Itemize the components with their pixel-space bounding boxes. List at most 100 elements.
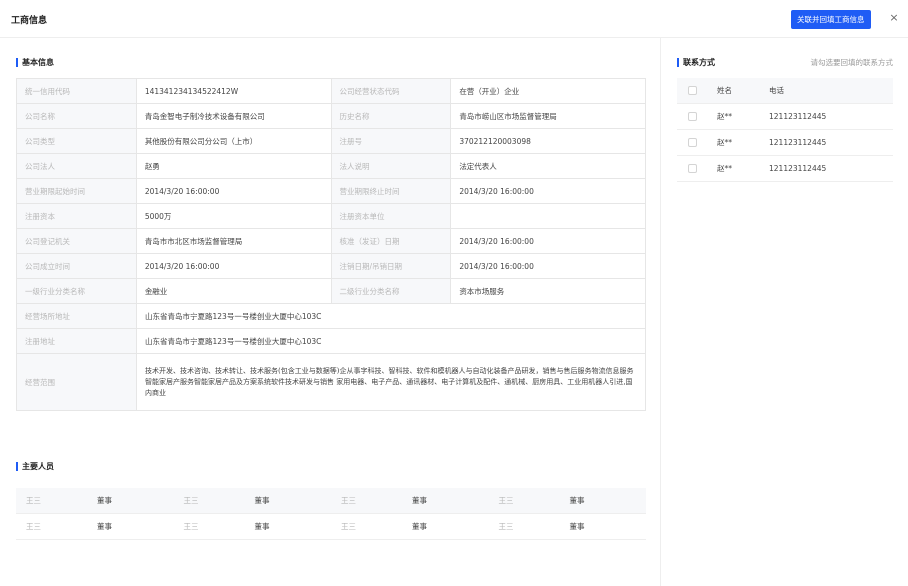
field-value: 370212120003098 <box>451 129 646 153</box>
staff-name: 王三 <box>341 522 356 531</box>
staff-name: 王三 <box>341 496 356 505</box>
basic-info-title: 基本信息 <box>16 57 54 68</box>
field-label: 公司经营状态代码 <box>331 79 452 103</box>
row-checkbox[interactable] <box>677 164 707 173</box>
staff-name: 王三 <box>498 496 514 505</box>
staff-role: 董事 <box>97 522 112 531</box>
contact-name: 赵** <box>717 112 732 121</box>
field-label: 二级行业分类名称 <box>331 279 452 303</box>
field-value: 2014/3/20 16:00:00 <box>451 254 646 278</box>
staff-name: 王三 <box>183 522 199 531</box>
contact-phone: 121123112445 <box>769 138 827 147</box>
close-icon[interactable]: × <box>888 11 900 25</box>
contact-table: 姓名 电话 赵** 121123112445 赵** 121123112445 … <box>677 78 893 182</box>
staff-name: 王三 <box>26 522 41 531</box>
field-value: 在营（开业）企业 <box>451 79 646 103</box>
row-checkbox[interactable] <box>677 138 707 147</box>
table-row: 经营场所地址 山东省青岛市宁夏路123号一号楼创业大厦中心103C <box>17 304 646 329</box>
row-checkbox[interactable] <box>677 112 707 121</box>
field-label: 注册资本单位 <box>331 204 452 228</box>
field-label: 注销日期/吊销日期 <box>331 254 452 278</box>
staff-name: 王三 <box>183 496 199 505</box>
field-label: 公司类型 <box>17 129 137 153</box>
checkbox-icon <box>687 164 697 173</box>
contact-name: 赵** <box>717 138 732 147</box>
table-row: 注册地址 山东省青岛市宁夏路123号一号楼创业大厦中心103C <box>17 329 646 354</box>
table-row: 公司成立时间 2014/3/20 16:00:00 注销日期/吊销日期 2014… <box>17 254 646 279</box>
staff-name: 王三 <box>498 522 514 531</box>
field-label: 公司登记机关 <box>17 229 137 253</box>
staff-role: 董事 <box>412 496 427 505</box>
field-label: 法人说明 <box>331 154 452 178</box>
staff-name: 王三 <box>26 496 41 505</box>
contact-name: 赵** <box>717 164 732 173</box>
staff-role: 董事 <box>412 522 427 531</box>
staff-role: 董事 <box>254 496 270 505</box>
table-row: 营业期限起始时间 2014/3/20 16:00:00 营业期限终止时间 201… <box>17 179 646 204</box>
field-value: 青岛市市北区市场监督管理局 <box>137 229 332 253</box>
field-label: 公司名称 <box>17 104 137 128</box>
select-all-checkbox[interactable] <box>677 86 707 95</box>
field-value: 其他股份有限公司分公司（上市） <box>137 129 332 153</box>
field-label: 营业期限起始时间 <box>17 179 137 203</box>
table-row: 经营范围 技术开发、技术咨询、技术转让、技术服务(包含工业与数据等)企从事字科技… <box>17 354 646 411</box>
field-value: 青岛市崂山区市场监督管理局 <box>451 104 646 128</box>
table-header-row: 姓名 电话 <box>677 78 893 104</box>
field-label: 公司法人 <box>17 154 137 178</box>
basic-info-table: 统一信用代码 141341234134522412W 公司经营状态代码 在营（开… <box>16 78 646 411</box>
field-label: 注册资本 <box>17 204 137 228</box>
table-row: 一级行业分类名称 金融业 二级行业分类名称 资本市场服务 <box>17 279 646 304</box>
staff-title: 主要人员 <box>16 461 54 472</box>
table-row: 公司类型 其他股份有限公司分公司（上市） 注册号 370212120003098 <box>17 129 646 154</box>
column-header-phone: 电话 <box>769 86 784 95</box>
table-row: 赵** 121123112445 <box>677 156 893 182</box>
panel-divider <box>660 38 661 586</box>
table-row: 公司名称 青岛金智电子制冷技术设备有限公司 历史名称 青岛市崂山区市场监督管理局 <box>17 104 646 129</box>
fill-business-info-button[interactable]: 关联并回填工商信息 <box>791 10 871 29</box>
field-value: 5000万 <box>137 204 332 228</box>
table-row: 公司法人 赵勇 法人说明 法定代表人 <box>17 154 646 179</box>
field-label: 公司成立时间 <box>17 254 137 278</box>
contact-title: 联系方式 <box>677 57 715 68</box>
field-label: 统一信用代码 <box>17 79 137 103</box>
field-value: 2014/3/20 16:00:00 <box>451 229 646 253</box>
table-row: 王三 董事 王三 董事 王三 董事 王三 董事 <box>16 488 646 514</box>
field-label: 注册号 <box>331 129 452 153</box>
table-row: 统一信用代码 141341234134522412W 公司经营状态代码 在营（开… <box>17 79 646 104</box>
field-label: 经营范围 <box>17 354 137 410</box>
field-value: 141341234134522412W <box>137 79 332 103</box>
field-label: 一级行业分类名称 <box>17 279 137 303</box>
field-value: 法定代表人 <box>451 154 646 178</box>
checkbox-icon <box>687 138 697 147</box>
field-value: 山东省青岛市宁夏路123号一号楼创业大厦中心103C <box>137 304 646 328</box>
table-row: 赵** 121123112445 <box>677 104 893 130</box>
staff-role: 董事 <box>569 522 585 531</box>
field-value: 金融业 <box>137 279 332 303</box>
staff-role: 董事 <box>97 496 112 505</box>
table-row: 王三 董事 王三 董事 王三 董事 王三 董事 <box>16 514 646 540</box>
business-scope-value: 技术开发、技术咨询、技术转让、技术服务(包含工业与数据等)企从事字科技、智科技、… <box>137 354 646 410</box>
field-label: 核准（发证）日期 <box>331 229 452 253</box>
table-row: 赵** 121123112445 <box>677 130 893 156</box>
checkbox-icon <box>687 86 697 95</box>
table-row: 公司登记机关 青岛市市北区市场监督管理局 核准（发证）日期 2014/3/20 … <box>17 229 646 254</box>
field-value <box>451 204 646 228</box>
staff-role: 董事 <box>254 522 270 531</box>
field-value: 2014/3/20 16:00:00 <box>451 179 646 203</box>
column-header-name: 姓名 <box>717 86 732 95</box>
field-value: 青岛金智电子制冷技术设备有限公司 <box>137 104 332 128</box>
field-value: 2014/3/20 16:00:00 <box>137 179 332 203</box>
contact-hint: 请勾选要回填的联系方式 <box>810 58 894 67</box>
page-title: 工商信息 <box>11 16 48 26</box>
field-value: 山东省青岛市宁夏路123号一号楼创业大厦中心103C <box>137 329 646 353</box>
field-label: 注册地址 <box>17 329 137 353</box>
field-label: 营业期限终止时间 <box>331 179 452 203</box>
contact-phone: 121123112445 <box>769 112 827 121</box>
staff-role: 董事 <box>569 496 585 505</box>
checkbox-icon <box>687 112 697 121</box>
field-value: 资本市场服务 <box>451 279 646 303</box>
field-label: 历史名称 <box>331 104 452 128</box>
table-row: 注册资本 5000万 注册资本单位 <box>17 204 646 229</box>
header-bar: 工商信息 关联并回填工商信息 × <box>0 0 908 38</box>
field-label: 经营场所地址 <box>17 304 137 328</box>
